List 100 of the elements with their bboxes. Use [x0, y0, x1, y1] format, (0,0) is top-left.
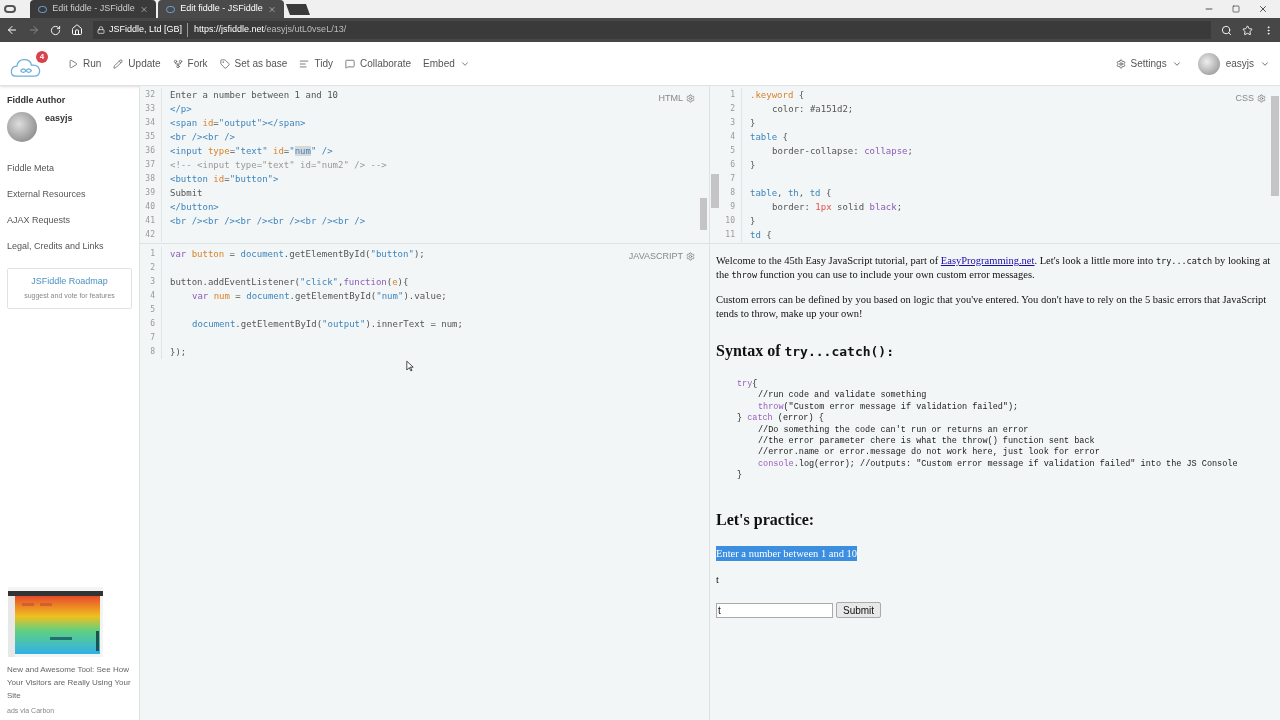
- code-line: color: #a151d2;: [772, 103, 854, 116]
- line-number: 7: [150, 332, 155, 344]
- line-number: 5: [150, 304, 155, 316]
- toolbar-button[interactable]: Run: [62, 56, 108, 71]
- incognito-icon: [4, 5, 16, 13]
- pencil-icon: [113, 58, 124, 69]
- code-line: Enter a number between 1 and 10: [170, 89, 338, 102]
- scrollbar-thumb[interactable]: [1271, 96, 1279, 196]
- lock-icon: [97, 26, 105, 34]
- lines-icon: [299, 58, 310, 69]
- tag-icon: [219, 58, 230, 69]
- code-line: Submit: [170, 187, 203, 200]
- bookmark-icon[interactable]: [1242, 24, 1253, 36]
- intro-paragraph: Welcome to the 45th Easy JavaScript tutorial, part of EasyProgramming.net. Let's look a little more into try...catch by looking at the throw function you can use to include your own custom error messages.: [716, 254, 1272, 282]
- line-number: 41: [145, 215, 155, 227]
- section-heading: Syntax of try...catch():: [716, 341, 896, 362]
- settings-icon[interactable]: [686, 252, 695, 262]
- restore-icon[interactable]: [1232, 5, 1240, 13]
- line-number: 38: [145, 173, 155, 185]
- home-icon[interactable]: [71, 24, 83, 36]
- browser-tab[interactable]: Edit fiddle - JSFiddle: [158, 0, 284, 18]
- code-line: <button id="button">: [170, 173, 279, 186]
- site-identity[interactable]: JSFiddle, Ltd [GB]: [109, 23, 189, 37]
- sidebar-item[interactable]: Legal, Credits and Links: [7, 239, 132, 254]
- line-number: 11: [725, 229, 735, 241]
- code-line: }: [750, 159, 756, 172]
- play-icon: [68, 58, 78, 69]
- chat-icon: [344, 58, 355, 69]
- forward-icon[interactable]: [28, 24, 40, 36]
- code-line: document.getElementById("output").innerText = num;: [192, 318, 463, 331]
- line-number: 8: [730, 187, 735, 199]
- settings-button[interactable]: Settings: [1115, 56, 1182, 71]
- settings-icon[interactable]: [1257, 94, 1266, 104]
- submit-button[interactable]: Submit: [836, 602, 882, 619]
- close-icon[interactable]: [1258, 4, 1268, 14]
- sidebar-item[interactable]: AJAX Requests: [7, 213, 132, 228]
- notification-badge: 4: [36, 50, 48, 63]
- sidebar-item[interactable]: External Resources: [7, 187, 132, 202]
- zoom-icon[interactable]: [1221, 24, 1232, 36]
- line-number: 10: [725, 215, 735, 227]
- new-tab-button[interactable]: [286, 4, 310, 15]
- panel-label: HTML: [658, 92, 683, 105]
- reload-icon[interactable]: [50, 24, 61, 36]
- code-line: //run code and validate something: [758, 390, 927, 402]
- paragraph: Custom errors can be defined by you based on logic that you've entered. You don't have to rely on the 5 basic errors that JavaScript tends to throw, make up your own!: [716, 293, 1268, 321]
- code-line: //the error parameter chere is what the throw() function sent back: [758, 436, 1095, 447]
- code-line: button.addEventListener("click",function(e){: [170, 276, 409, 289]
- line-number: 40: [145, 201, 155, 213]
- line-number: 33: [145, 103, 155, 115]
- line-number: 1: [730, 89, 735, 101]
- code-line: </p>: [170, 103, 192, 116]
- fork-icon: [172, 58, 183, 69]
- line-number: 7: [730, 173, 735, 185]
- settings-icon[interactable]: [686, 94, 695, 104]
- section-heading: Let's practice:: [716, 509, 816, 531]
- code-line: border: 1px solid black;: [772, 201, 903, 214]
- code-line: td {: [750, 229, 772, 242]
- mouse-cursor-icon: [406, 360, 414, 372]
- user-avatar: [1197, 52, 1220, 75]
- line-number: 6: [730, 159, 735, 171]
- line-number: 3: [730, 117, 735, 129]
- browser-tab[interactable]: Edit fiddle - JSFiddle: [30, 0, 156, 18]
- scrollbar-thumb[interactable]: [711, 174, 719, 208]
- line-number: 35: [145, 131, 155, 143]
- code-line: <!-- <input type="text" id="num2" /> -->: [170, 159, 387, 172]
- back-icon[interactable]: [6, 24, 18, 36]
- toolbar-button[interactable]: Set as base: [213, 56, 294, 71]
- toolbar-button[interactable]: Embed: [417, 56, 476, 71]
- cloud-logo-icon[interactable]: [10, 56, 42, 77]
- line-number: 9: [730, 201, 735, 213]
- scrollbar-thumb[interactable]: [700, 198, 707, 230]
- line-number: 8: [150, 346, 155, 358]
- line-number: 39: [145, 187, 155, 199]
- toolbar-button[interactable]: Tidy: [293, 56, 339, 71]
- line-number: 4: [730, 131, 735, 143]
- panel-label: CSS: [1235, 92, 1254, 105]
- code-line: try{: [737, 379, 758, 391]
- sidebar-item[interactable]: Fiddle Meta: [7, 161, 132, 176]
- toolbar-button[interactable]: Update: [107, 56, 167, 71]
- toolbar-button[interactable]: Collaborate: [338, 56, 418, 71]
- line-number: 42: [145, 229, 155, 241]
- number-input[interactable]: t: [716, 602, 833, 618]
- output-text: t: [716, 573, 719, 588]
- toolbar-button[interactable]: Fork: [166, 56, 214, 71]
- address-field[interactable]: https://jsfiddle.net/easyjs/utL0vseL/13/: [192, 23, 347, 37]
- ad-text[interactable]: New and Awesome Tool: See How Your Visitors are Really Using Your Site: [7, 662, 132, 702]
- line-number: 5: [730, 145, 735, 157]
- code-line: table {: [750, 131, 788, 144]
- user-menu[interactable]: easyjs: [1197, 52, 1270, 75]
- section-heading: Fiddle Author: [7, 94, 67, 107]
- code-line: //error.name or error.message do not work here, just look for error: [758, 447, 1100, 459]
- code-line: <input type="text" id="num" />: [170, 145, 333, 158]
- code-line: var button = document.getElementById("button");: [170, 248, 425, 261]
- code-line: <br /><br /><br /><br /><br /><br />: [170, 215, 366, 228]
- code-line: var num = document.getElementById("num").value;: [192, 290, 447, 303]
- code-line: </button>: [170, 201, 219, 214]
- line-number: 1: [150, 248, 155, 260]
- code-line: }: [737, 470, 743, 482]
- line-number: 37: [145, 159, 155, 171]
- settings-icon: [1115, 58, 1126, 69]
